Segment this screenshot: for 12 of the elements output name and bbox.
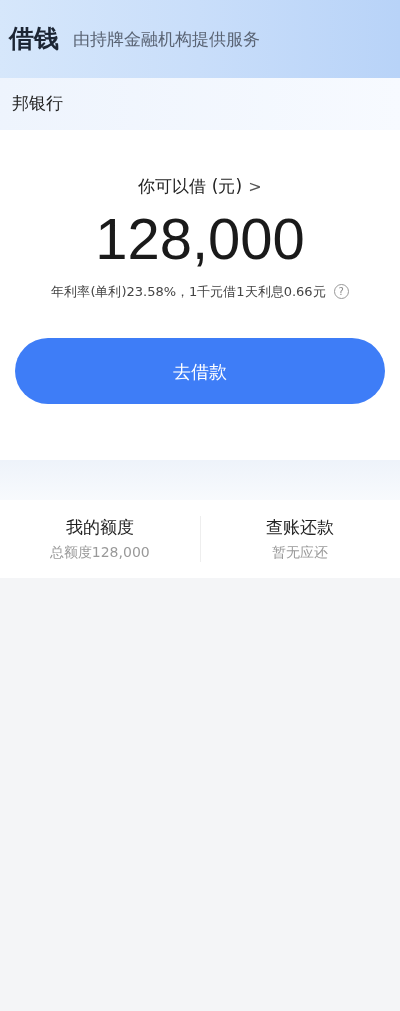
borrow-button[interactable]: 去借款 bbox=[15, 338, 385, 404]
page-subtitle: 由持牌金融机构提供服务 bbox=[73, 28, 260, 52]
page-title: 借钱 bbox=[9, 23, 59, 56]
loan-label: 你可以借 (元) bbox=[138, 175, 243, 198]
interest-rate-text: 年利率(单利)23.58%，1千元借1天利息0.66元 bbox=[51, 282, 326, 301]
loan-amount: 128,000 bbox=[95, 207, 305, 270]
chevron-icon[interactable]: > bbox=[248, 174, 262, 199]
shortcut-subtitle: 总额度128,000 bbox=[49, 543, 150, 563]
shortcut-title[interactable]: 查账还款 bbox=[266, 514, 335, 541]
bank-name: 邦银行 bbox=[11, 92, 63, 116]
shortcut-subtitle: 暂无应还 bbox=[272, 543, 329, 563]
shortcut-title[interactable]: 我的额度 bbox=[65, 514, 134, 541]
